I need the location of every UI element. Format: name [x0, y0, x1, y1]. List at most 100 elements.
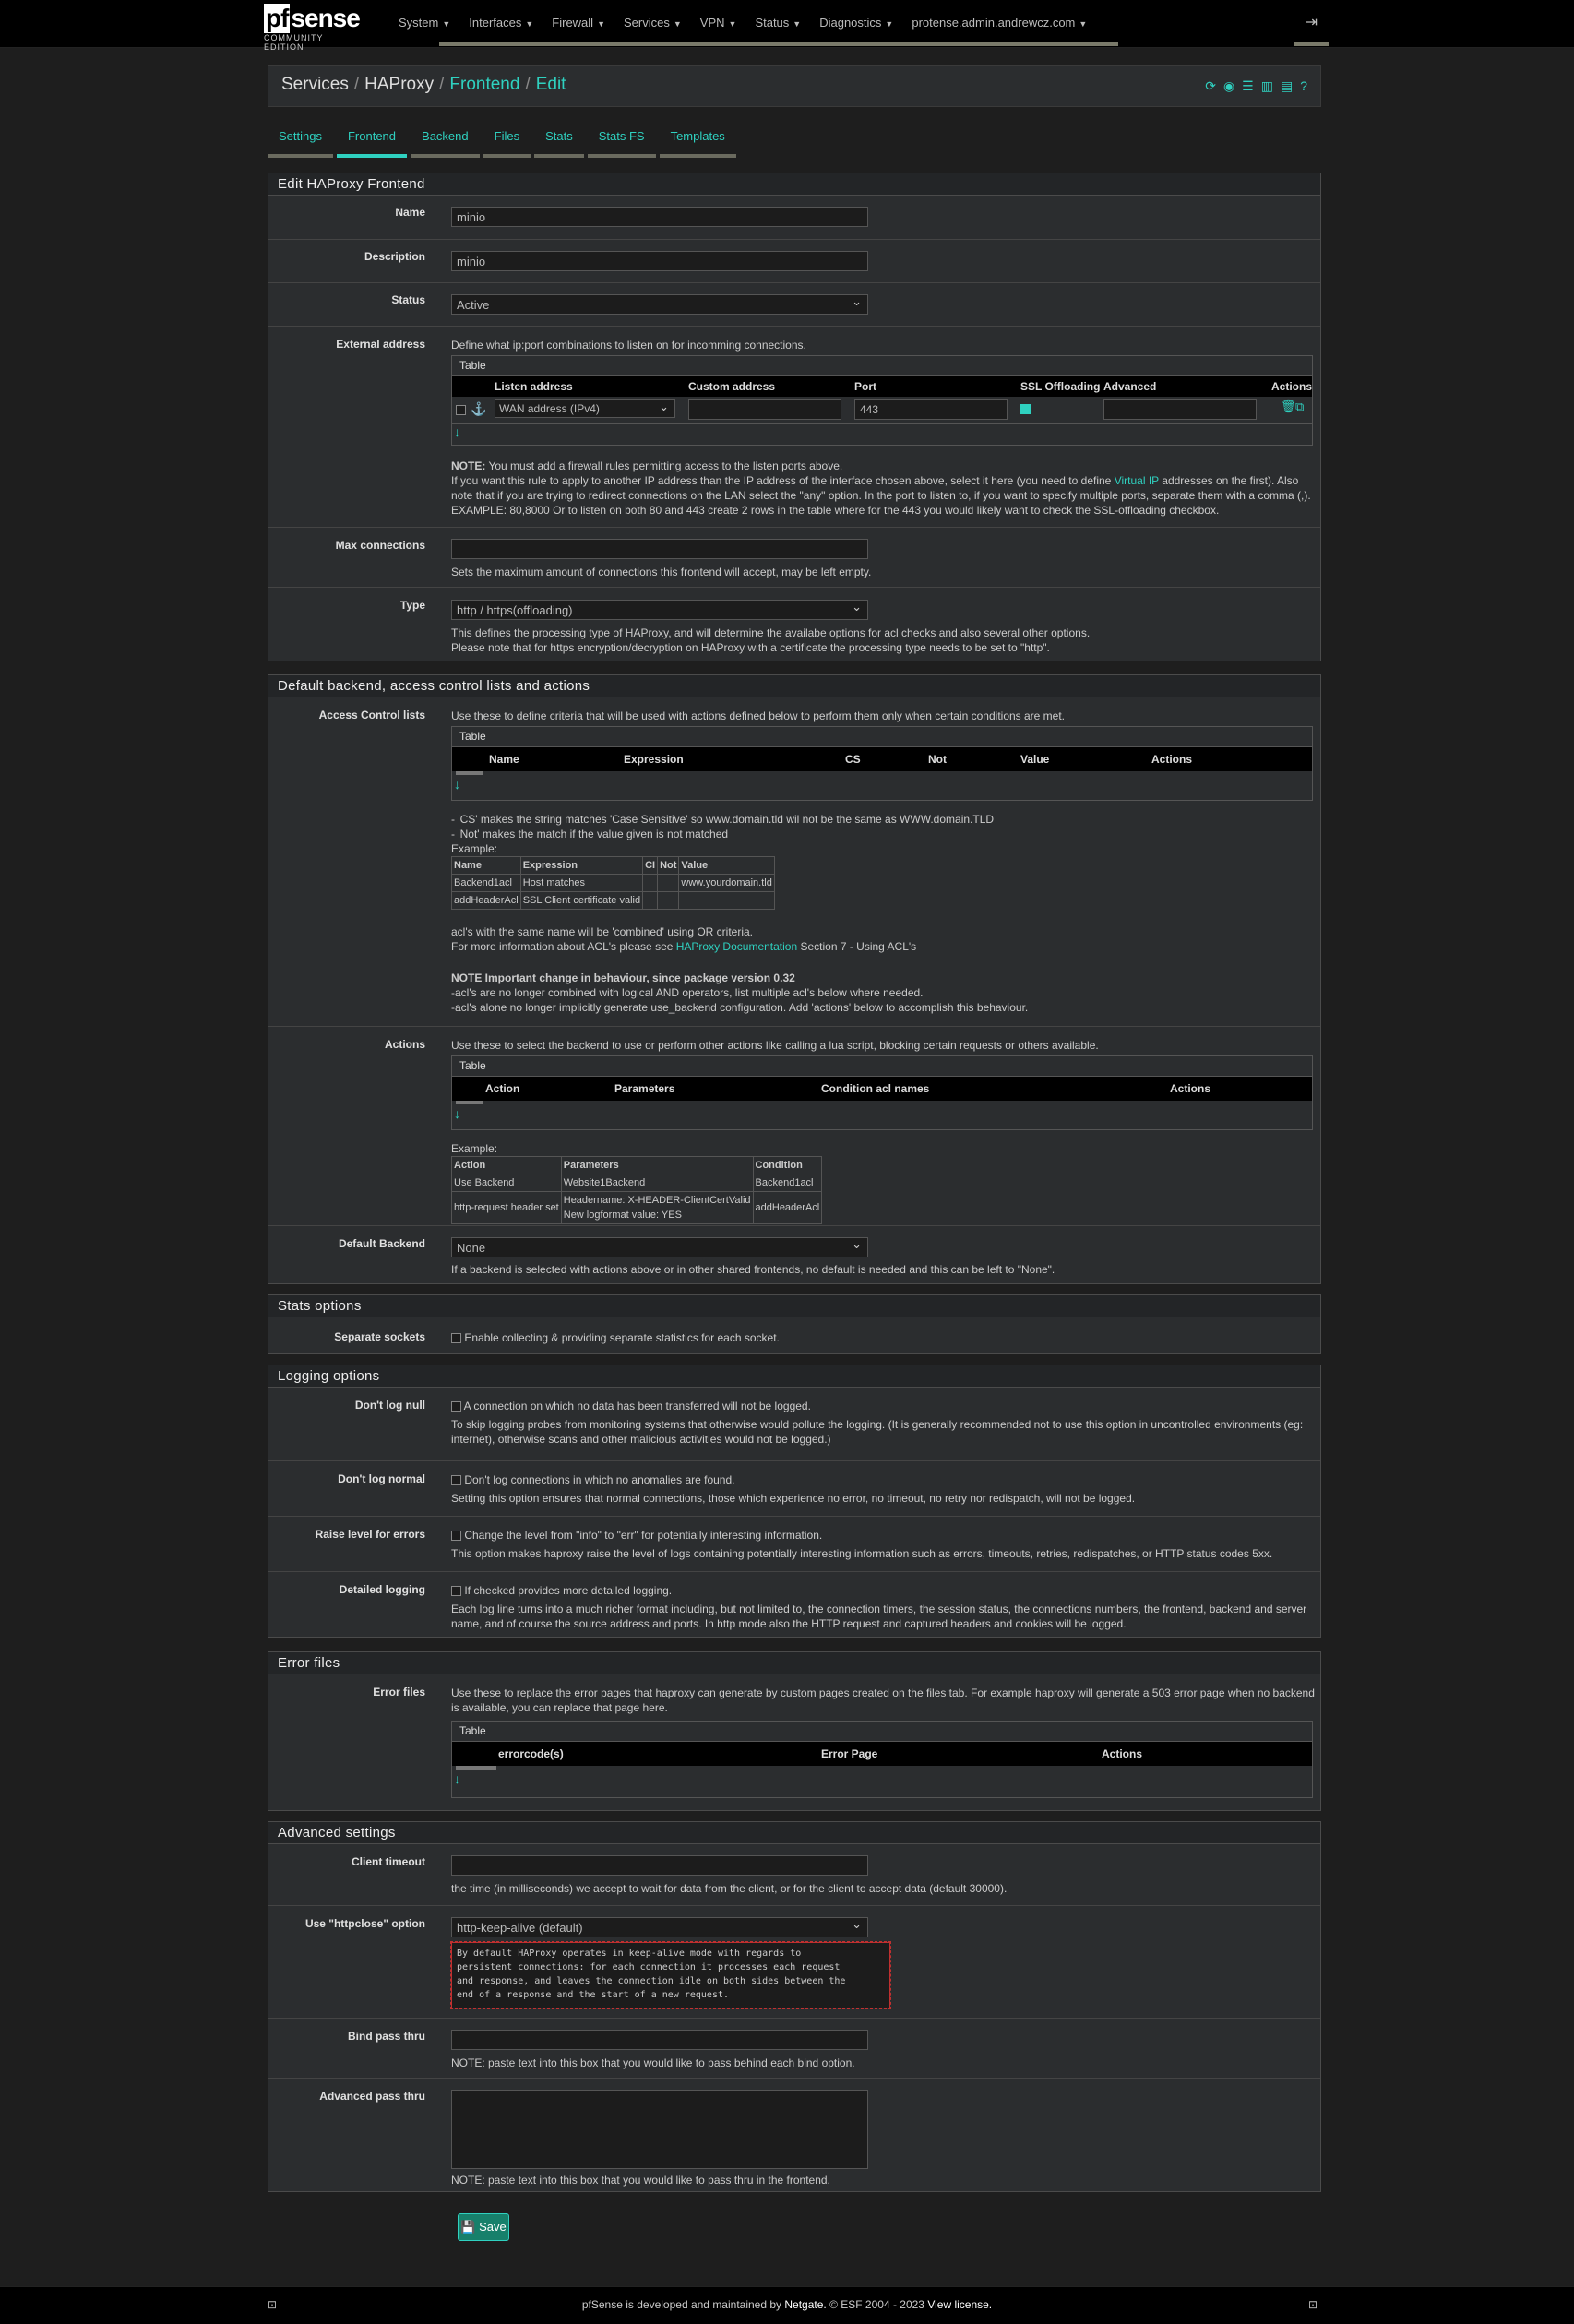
error-files-help: Use these to replace the error pages tha…	[451, 1686, 1315, 1714]
table-row: ⚓ WAN address (IPv4) 443 🗑 ⧉	[452, 397, 1312, 424]
panel-title: Error files	[268, 1652, 1320, 1674]
tab-frontend[interactable]: Frontend	[336, 122, 408, 158]
menu-interfaces[interactable]: Interfaces ▼	[459, 0, 543, 48]
port-input[interactable]: 443	[854, 399, 1008, 420]
log-icon[interactable]: ▤	[1281, 78, 1293, 94]
virtual-ip-link[interactable]: Virtual IP	[1115, 474, 1159, 487]
add-acl-icon[interactable]: ↓	[454, 777, 460, 792]
httpclose-select[interactable]: http-keep-alive (default)	[451, 1917, 868, 1937]
custom-address-input[interactable]	[688, 399, 841, 420]
tab-files[interactable]: Files	[483, 122, 531, 158]
client-timeout-help: the time (in milliseconds) we accept to …	[451, 1882, 1008, 1895]
add-action-icon[interactable]: ↓	[454, 1106, 460, 1121]
detailed-logging-checkbox[interactable]	[451, 1586, 461, 1597]
view-license-link[interactable]: View license.	[927, 2298, 992, 2311]
logout-icon[interactable]: ⇥	[1306, 13, 1318, 31]
stats-panel: Stats options Separate sockets Enable co…	[268, 1294, 1321, 1354]
breadcrumb-bar: Services / HAProxy / Frontend / Edit ⟳ ◉ ☰ ▥ ▤…	[268, 65, 1321, 107]
menu-system[interactable]: System ▼	[389, 0, 459, 48]
external-address-note: NOTE: You must add a firewall rules perm…	[451, 459, 1311, 517]
chart-icon[interactable]: ▥	[1261, 78, 1273, 94]
acl-label: Access Control lists	[318, 709, 425, 721]
breadcrumb-frontend-link[interactable]: Frontend	[449, 75, 519, 94]
tab-bar: Settings Frontend Backend Files Stats St…	[268, 122, 740, 158]
menu-vpn[interactable]: VPN ▼	[691, 0, 746, 48]
haproxy-docs-link[interactable]: HAProxy Documentation	[676, 940, 797, 953]
advanced-input[interactable]	[1103, 399, 1257, 420]
add-error-file-icon[interactable]: ↓	[454, 1771, 460, 1786]
client-timeout-input[interactable]	[451, 1855, 868, 1876]
save-button[interactable]: 💾 Save	[458, 2213, 509, 2241]
client-timeout-label: Client timeout	[352, 1855, 425, 1868]
edit-frontend-panel: Edit HAProxy Frontend Name minio Descrip…	[268, 173, 1321, 661]
menu-firewall[interactable]: Firewall ▼	[543, 0, 614, 48]
tab-settings[interactable]: Settings	[268, 122, 333, 158]
acl-table: Table Name Expression CS Not Value Actions ↓	[451, 726, 1313, 801]
error-files-table: Table errorcode(s) Error Page Actions ↓	[451, 1721, 1313, 1798]
menu-hostname[interactable]: protense.admin.andrewcz.com ▼	[902, 0, 1096, 48]
actions-example: Example: Action Parameters Condition Use B…	[451, 1141, 823, 1224]
advanced-pass-thru-label: Advanced pass thru	[319, 2090, 425, 2103]
menu-services[interactable]: Services ▼	[614, 0, 691, 48]
acl-help: Use these to define criteria that will b…	[451, 709, 1066, 722]
raise-level-help: This option makes haproxy raise the leve…	[451, 1547, 1273, 1560]
acl-notes: - 'CS' makes the string matches 'Case Se…	[451, 813, 1029, 1014]
name-input[interactable]: minio	[451, 207, 868, 227]
restart-icon[interactable]: ⟳	[1205, 78, 1216, 94]
type-select[interactable]: http / https(offloading)	[451, 600, 868, 620]
sliders-icon[interactable]: ☰	[1242, 78, 1254, 94]
menu-underline	[439, 42, 1118, 46]
advanced-pass-thru-help: NOTE: paste text into this box that you …	[451, 2174, 830, 2187]
bind-pass-thru-label: Bind pass thru	[347, 2030, 425, 2043]
panel-title: Stats options	[268, 1295, 1320, 1317]
main-menu: System ▼ Interfaces ▼ Firewall ▼ Services ▼ …	[389, 0, 1096, 48]
top-navbar: pf sense COMMUNITY EDITION System ▼ Interf…	[0, 0, 1574, 52]
max-connections-input[interactable]	[451, 539, 868, 559]
dont-log-null-checkbox[interactable]	[451, 1401, 461, 1412]
delete-icon[interactable]: 🗑	[1281, 399, 1296, 414]
external-address-label: External address	[336, 338, 425, 351]
separate-sockets-checkbox[interactable]	[451, 1333, 461, 1344]
listen-address-select[interactable]: WAN address (IPv4)	[495, 399, 675, 418]
status-icon[interactable]: ◉	[1223, 78, 1234, 94]
table-caption: Table	[452, 727, 1312, 747]
bind-pass-thru-input[interactable]	[451, 2030, 868, 2050]
table-header: Action Parameters Condition acl names Actio…	[452, 1077, 1312, 1101]
raise-level-checkbox[interactable]	[451, 1531, 461, 1542]
tab-templates[interactable]: Templates	[659, 122, 736, 158]
tab-stats-fs[interactable]: Stats FS	[587, 122, 656, 158]
external-address-table: Table Listen address Custom address Port SS…	[451, 355, 1313, 446]
default-backend-help: If a backend is selected with actions ab…	[451, 1263, 1055, 1276]
default-backend-select[interactable]: None	[451, 1237, 868, 1257]
table-footer: ↓	[452, 424, 1312, 445]
breadcrumb-edit-link[interactable]: Edit	[536, 75, 566, 94]
logout-underline	[1294, 42, 1329, 46]
copy-icon[interactable]: ⧉	[1295, 399, 1304, 414]
advanced-pass-thru-textarea[interactable]	[451, 2090, 868, 2169]
row-select-checkbox[interactable]	[456, 405, 466, 415]
status-label: Status	[391, 293, 425, 306]
actions-label: Actions	[384, 1038, 425, 1051]
error-files-label: Error files	[373, 1686, 425, 1698]
help-icon[interactable]: ?	[1300, 78, 1307, 94]
breadcrumb: Services / HAProxy / Frontend / Edit	[281, 75, 566, 94]
dont-log-normal-checkbox[interactable]	[451, 1475, 461, 1486]
table-caption: Table	[452, 356, 1312, 376]
pfsense-logo[interactable]: pf sense COMMUNITY EDITION	[264, 4, 365, 52]
tab-stats[interactable]: Stats	[534, 122, 584, 158]
ssl-offloading-checkbox[interactable]	[1020, 404, 1031, 414]
tab-backend[interactable]: Backend	[411, 122, 480, 158]
status-select[interactable]: Active	[451, 294, 868, 315]
type-label: Type	[399, 599, 425, 612]
menu-status[interactable]: Status ▼	[745, 0, 810, 48]
table-header: errorcode(s) Error Page Actions	[452, 1742, 1312, 1766]
add-row-icon[interactable]: ↓	[454, 424, 460, 439]
anchor-icon[interactable]: ⚓	[471, 401, 486, 417]
description-input[interactable]: minio	[451, 251, 868, 271]
menu-diagnostics[interactable]: Diagnostics ▼	[810, 0, 902, 48]
footer-right-icon[interactable]: ⊡	[1308, 2298, 1318, 2311]
panel-title: Advanced settings	[268, 1822, 1320, 1844]
httpclose-description: By default HAProxy operates in keep-aliv…	[450, 1941, 891, 2009]
panel-title: Default backend, access control lists an…	[268, 675, 1320, 697]
table-caption: Table	[452, 1056, 1312, 1077]
